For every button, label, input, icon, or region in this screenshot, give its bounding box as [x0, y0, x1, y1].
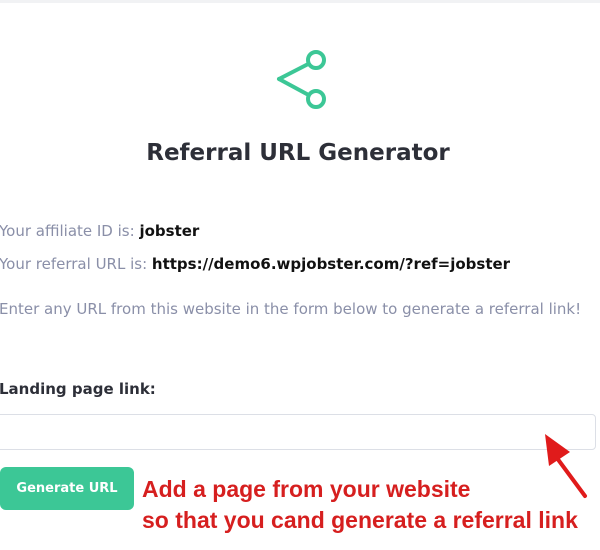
share-icon [277, 50, 326, 109]
affiliate-id-value: jobster [139, 222, 200, 240]
referral-url-row: Your referral URL is: https://demo6.wpjo… [0, 255, 510, 273]
affiliate-id-row: Your affiliate ID is: jobster [0, 222, 199, 240]
referral-url-value: https://demo6.wpjobster.com/?ref=jobster [151, 255, 511, 273]
landing-page-label: Landing page link: [0, 380, 156, 398]
page-title: Referral URL Generator [146, 140, 450, 166]
landing-page-input[interactable] [0, 414, 596, 450]
referral-url-label: Your referral URL is: [0, 255, 148, 273]
affiliate-id-label: Your affiliate ID is: [0, 222, 135, 240]
annotation-line-1: Add a page from your website [142, 476, 471, 502]
annotation-line-2: so that you cand generate a referral lin… [142, 507, 578, 533]
generate-url-button[interactable]: Generate URL [0, 467, 134, 510]
annotation-text: Add a page from your website so that you… [142, 474, 578, 536]
top-divider [0, 0, 600, 3]
instructions-text: Enter any URL from this website in the f… [0, 300, 582, 318]
annotation-arrow-icon [545, 434, 587, 498]
